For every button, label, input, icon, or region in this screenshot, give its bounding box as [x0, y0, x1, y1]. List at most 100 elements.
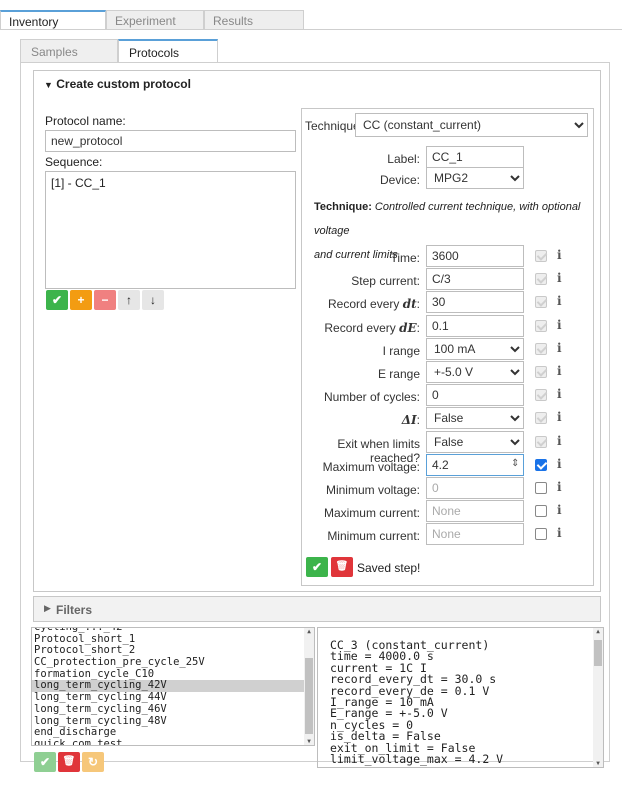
param-input[interactable] [426, 500, 524, 522]
scroll-thumb[interactable] [305, 658, 313, 734]
tab-bar-divider [0, 29, 622, 30]
saved-status: Saved step! [357, 561, 421, 575]
move-up-button[interactable]: ↑ [118, 290, 140, 310]
delete-protocol-button[interactable]: 🗑 [58, 752, 80, 772]
info-icon[interactable]: i [557, 503, 562, 517]
tab-protocols[interactable]: Protocols [118, 39, 218, 63]
param-label-text: Number of cycles: [323, 390, 420, 404]
technique-select[interactable]: CC (constant_current) [355, 113, 588, 137]
add-step-button[interactable]: + [70, 290, 92, 310]
details-scrollbar[interactable]: ▲ ▼ [593, 628, 603, 767]
info-icon[interactable]: i [557, 318, 562, 332]
tab-label: Samples [31, 45, 78, 59]
param-select[interactable]: False [426, 431, 524, 453]
protocol-name-label: Protocol name: [45, 114, 126, 128]
param-enable-checkbox [535, 436, 547, 448]
param-label-text: Time: [390, 251, 420, 265]
list-scrollbar[interactable]: ▲ ▼ [304, 628, 314, 745]
param-enable-checkbox[interactable] [535, 505, 547, 517]
param-enable-checkbox[interactable] [535, 528, 547, 540]
description-title: Technique: [314, 201, 372, 213]
param-label: Step current: [302, 274, 420, 288]
info-icon[interactable]: i [557, 271, 562, 285]
param-input[interactable] [426, 268, 524, 290]
param-enable-checkbox[interactable] [535, 459, 547, 471]
check-icon: ✔ [311, 560, 323, 574]
filters-header[interactable]: ▶ Filters [33, 596, 601, 622]
caret-down-icon: ▼ [44, 80, 53, 90]
param-select[interactable]: False [426, 407, 524, 429]
scroll-down-arrow-icon[interactable]: ▼ [304, 738, 314, 745]
info-icon[interactable]: i [557, 364, 562, 378]
tab-inventory[interactable]: Inventory [0, 10, 106, 30]
info-icon[interactable]: i [557, 341, 562, 355]
move-down-button[interactable]: ↓ [142, 290, 164, 310]
param-enable-checkbox [535, 412, 547, 424]
step-label-label: Label: [387, 152, 420, 166]
protocol-name-input[interactable] [45, 130, 296, 152]
param-label: Number of cycles: [302, 390, 420, 404]
tab-experiment[interactable]: Experiment [106, 10, 204, 30]
confirm-button[interactable]: ✔ [46, 290, 68, 310]
refresh-button[interactable]: ↻ [82, 752, 104, 772]
param-input[interactable] [426, 384, 524, 406]
create-header-label: Create custom protocol [56, 77, 191, 91]
param-math-symbol: ΔI [401, 413, 417, 427]
tab-samples[interactable]: Samples [20, 39, 118, 63]
arrow-up-icon: ↑ [126, 293, 132, 307]
scroll-up-arrow-icon[interactable]: ▲ [304, 628, 314, 635]
plus-icon: + [77, 293, 85, 307]
param-enable-checkbox [535, 343, 547, 355]
info-icon[interactable]: i [557, 387, 562, 401]
info-icon[interactable]: i [557, 248, 562, 262]
device-label: Device: [379, 173, 420, 187]
tab-label: Protocols [129, 46, 180, 60]
param-label: I range [302, 344, 420, 358]
param-input[interactable] [426, 315, 524, 337]
list-item[interactable]: quick_com_test [32, 738, 308, 745]
check-icon: ✔ [39, 755, 51, 769]
info-icon[interactable]: i [557, 434, 562, 448]
scroll-down-arrow-icon[interactable]: ▼ [593, 760, 603, 767]
info-icon[interactable]: i [557, 480, 562, 494]
spinner-icon[interactable]: ⇕ [511, 458, 519, 469]
info-icon[interactable]: i [557, 410, 562, 424]
remove-step-button[interactable]: − [94, 290, 116, 310]
param-input[interactable] [426, 291, 524, 313]
list-item[interactable]: CC_protection_pre_cycle_25V [32, 656, 308, 669]
param-enable-checkbox[interactable] [535, 482, 547, 494]
delete-step-button[interactable]: 🗑 [331, 557, 353, 577]
minus-icon: − [101, 293, 109, 307]
protocol-list[interactable]: cycling_..._42 Protocol_short_1 Protocol_s… [31, 627, 315, 746]
tab-results[interactable]: Results [204, 10, 304, 30]
filters-label: Filters [56, 603, 93, 617]
info-icon[interactable]: i [557, 457, 562, 471]
load-protocol-button[interactable]: ✔ [34, 752, 56, 772]
protocol-details[interactable]: CC_3 (constant_current) time = 4000.0 s cu… [317, 627, 604, 768]
info-icon[interactable]: i [557, 294, 562, 308]
sequence-item[interactable]: [1] - CC_1 [51, 176, 290, 190]
list-item[interactable]: long_term_cycling_46V [32, 703, 308, 716]
param-select[interactable]: 100 mA [426, 338, 524, 360]
device-select[interactable]: MPG2 [426, 167, 524, 189]
param-label-text: Minimum current: [327, 529, 420, 543]
param-label-text: Maximum current: [323, 506, 420, 520]
param-select[interactable]: +-5.0 V [426, 361, 524, 383]
create-protocol-header[interactable]: ▼ Create custom protocol [44, 77, 191, 91]
param-number-input[interactable] [426, 454, 524, 476]
param-label-text: Record every [324, 321, 396, 335]
sequence-list[interactable]: [1] - CC_1 [45, 171, 296, 289]
scroll-thumb[interactable] [594, 640, 602, 666]
save-step-button[interactable]: ✔ [306, 557, 328, 577]
param-enable-checkbox [535, 389, 547, 401]
param-input[interactable] [426, 245, 524, 267]
tab-label: Inventory [9, 15, 59, 29]
param-input[interactable] [426, 523, 524, 545]
step-label-input[interactable] [426, 146, 524, 168]
param-label: Maximum voltage: [302, 460, 420, 474]
param-enable-checkbox [535, 296, 547, 308]
param-input[interactable] [426, 477, 524, 499]
info-icon[interactable]: i [557, 526, 562, 540]
technique-label: Technique: [305, 119, 364, 133]
scroll-up-arrow-icon[interactable]: ▲ [593, 628, 603, 635]
